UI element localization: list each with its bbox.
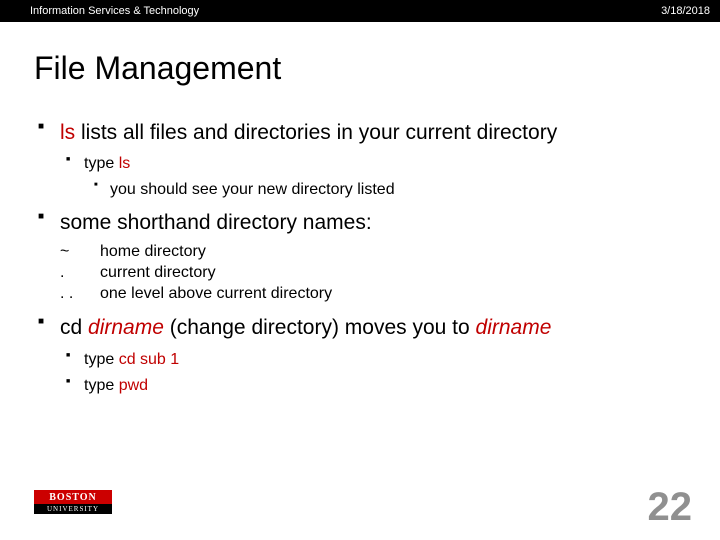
text-run: type pwd [84, 377, 148, 394]
shorthand-symbol: . . [60, 285, 100, 306]
text-run: you should see your new directory listed [110, 181, 395, 198]
bullet-l1: cd dirname (change directory) moves you … [34, 314, 690, 397]
bullet-l1: ls lists all files and directories in yo… [34, 119, 690, 201]
bullet-list-l2: type ls you should see your new directory… [60, 153, 690, 201]
bullet-l1: some shorthand directory names: ~home dir… [34, 209, 690, 306]
header-org: Information Services & Technology [30, 5, 199, 17]
bullet-list-l3: you should see your new directory listed [84, 179, 690, 201]
text-run: ls lists all files and directories in yo… [60, 121, 557, 144]
logo-top-text: BOSTON [34, 490, 112, 504]
header-bar: Information Services & Technology 3/18/2… [0, 0, 720, 22]
shorthand-desc: current directory [100, 264, 332, 285]
shorthand-symbol: . [60, 264, 100, 285]
page-title: File Management [34, 50, 690, 87]
bullet-l3: you should see your new directory listed [84, 179, 690, 201]
text-run: cd dirname (change directory) moves you … [60, 316, 551, 339]
shorthand-symbol: ~ [60, 243, 100, 264]
bu-logo: BOSTON UNIVERSITY [34, 490, 112, 520]
table-row: .current directory [60, 264, 332, 285]
text-run: type ls [84, 155, 130, 172]
table-row: . .one level above current directory [60, 285, 332, 306]
shorthand-table: ~home directory.current directory. .one … [60, 243, 332, 306]
text-run: type cd sub 1 [84, 351, 179, 368]
bullet-l2: type pwd [60, 375, 690, 397]
text-run: some shorthand directory names: [60, 211, 372, 234]
bullet-list-l2: type cd sub 1 type pwd [60, 349, 690, 398]
bullet-l2: type cd sub 1 [60, 349, 690, 371]
header-date: 3/18/2018 [661, 5, 710, 17]
slide: Information Services & Technology 3/18/2… [0, 0, 720, 540]
bullet-l2: type ls you should see your new directory… [60, 153, 690, 201]
page-number: 22 [648, 485, 693, 530]
shorthand-desc: one level above current directory [100, 285, 332, 306]
slide-body: File Management ls lists all files and d… [0, 22, 720, 540]
bullet-list: ls lists all files and directories in yo… [34, 119, 690, 398]
logo-bottom-text: UNIVERSITY [34, 504, 112, 514]
table-row: ~home directory [60, 243, 332, 264]
shorthand-desc: home directory [100, 243, 332, 264]
